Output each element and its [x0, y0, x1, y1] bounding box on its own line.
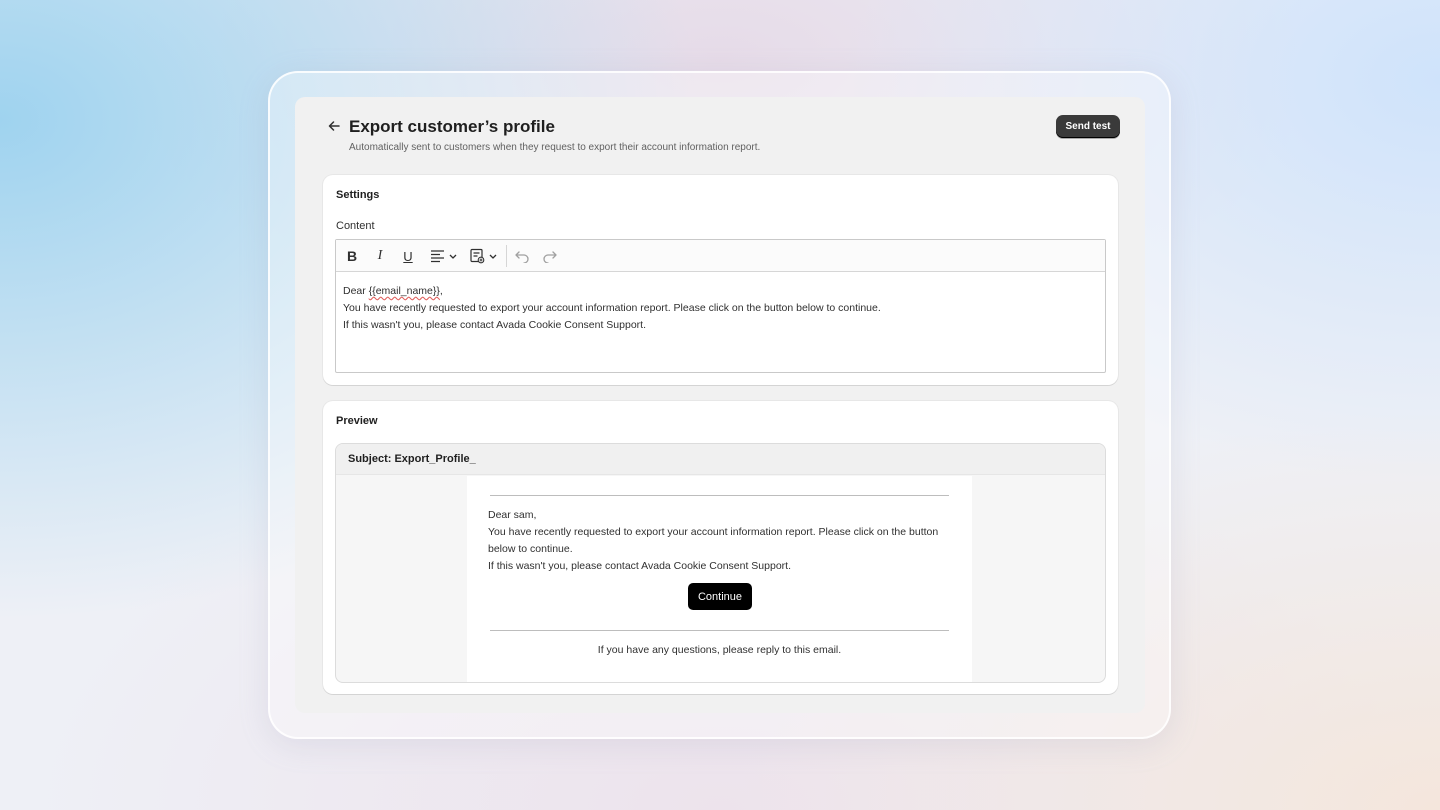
arrow-left-icon[interactable]	[326, 118, 342, 134]
rich-text-editor: B I U Dear {{email_name}}, You have rece…	[335, 239, 1106, 373]
email-sheet: Dear sam, You have recently requested to…	[467, 476, 972, 682]
underline-button[interactable]: U	[400, 247, 416, 265]
italic-button[interactable]: I	[372, 247, 388, 265]
redo-icon[interactable]	[542, 247, 558, 265]
page-title: Export customer’s profile	[349, 117, 555, 136]
editor-toolbar: B I U	[336, 240, 1105, 272]
send-test-button[interactable]: Send test	[1056, 115, 1120, 138]
editor-content[interactable]: Dear {{email_name}}, You have recently r…	[336, 272, 1105, 345]
content-label: Content	[336, 220, 375, 232]
email-divider-top	[490, 495, 949, 496]
email-subject: Subject: Export_Profile_	[348, 453, 476, 465]
preview-card: Preview Subject: Export_Profile_ Dear sa…	[323, 401, 1118, 694]
email-request-text: You have recently requested to export yo…	[488, 526, 939, 555]
email-name-variable: {{email_name}}	[368, 285, 440, 297]
settings-card: Settings Content B I U Dear {{email_name…	[323, 175, 1118, 385]
continue-button[interactable]: Continue	[688, 583, 752, 610]
page-header: Export customer’s profile Automatically …	[295, 97, 1145, 173]
editor-line-greeting: Dear {{email_name}},	[343, 285, 443, 297]
email-greeting: Dear sam,	[488, 509, 537, 521]
email-body: Dear sam, You have recently requested to…	[488, 507, 948, 575]
email-support-text: If this wasn't you, please contact Avada…	[488, 560, 791, 572]
editor-line-request: You have recently requested to export yo…	[343, 302, 881, 314]
editor-line-support: If this wasn't you, please contact Avada…	[343, 319, 646, 331]
undo-icon[interactable]	[514, 247, 530, 265]
subject-bar: Subject: Export_Profile_	[336, 444, 1105, 475]
align-dropdown[interactable]	[428, 247, 460, 265]
insert-variable-icon	[470, 248, 497, 264]
email-divider-bottom	[490, 630, 949, 631]
settings-title: Settings	[336, 189, 380, 201]
insert-variable-dropdown[interactable]	[468, 247, 500, 265]
app-container: Export customer’s profile Automatically …	[295, 97, 1145, 713]
email-footer: If you have any questions, please reply …	[597, 644, 842, 656]
align-left-icon	[431, 250, 457, 263]
preview-title: Preview	[336, 415, 378, 427]
bold-button[interactable]: B	[344, 247, 360, 265]
page-subtitle: Automatically sent to customers when the…	[349, 142, 761, 153]
toolbar-divider	[506, 245, 507, 267]
email-preview: Subject: Export_Profile_ Dear sam, You h…	[335, 443, 1106, 683]
